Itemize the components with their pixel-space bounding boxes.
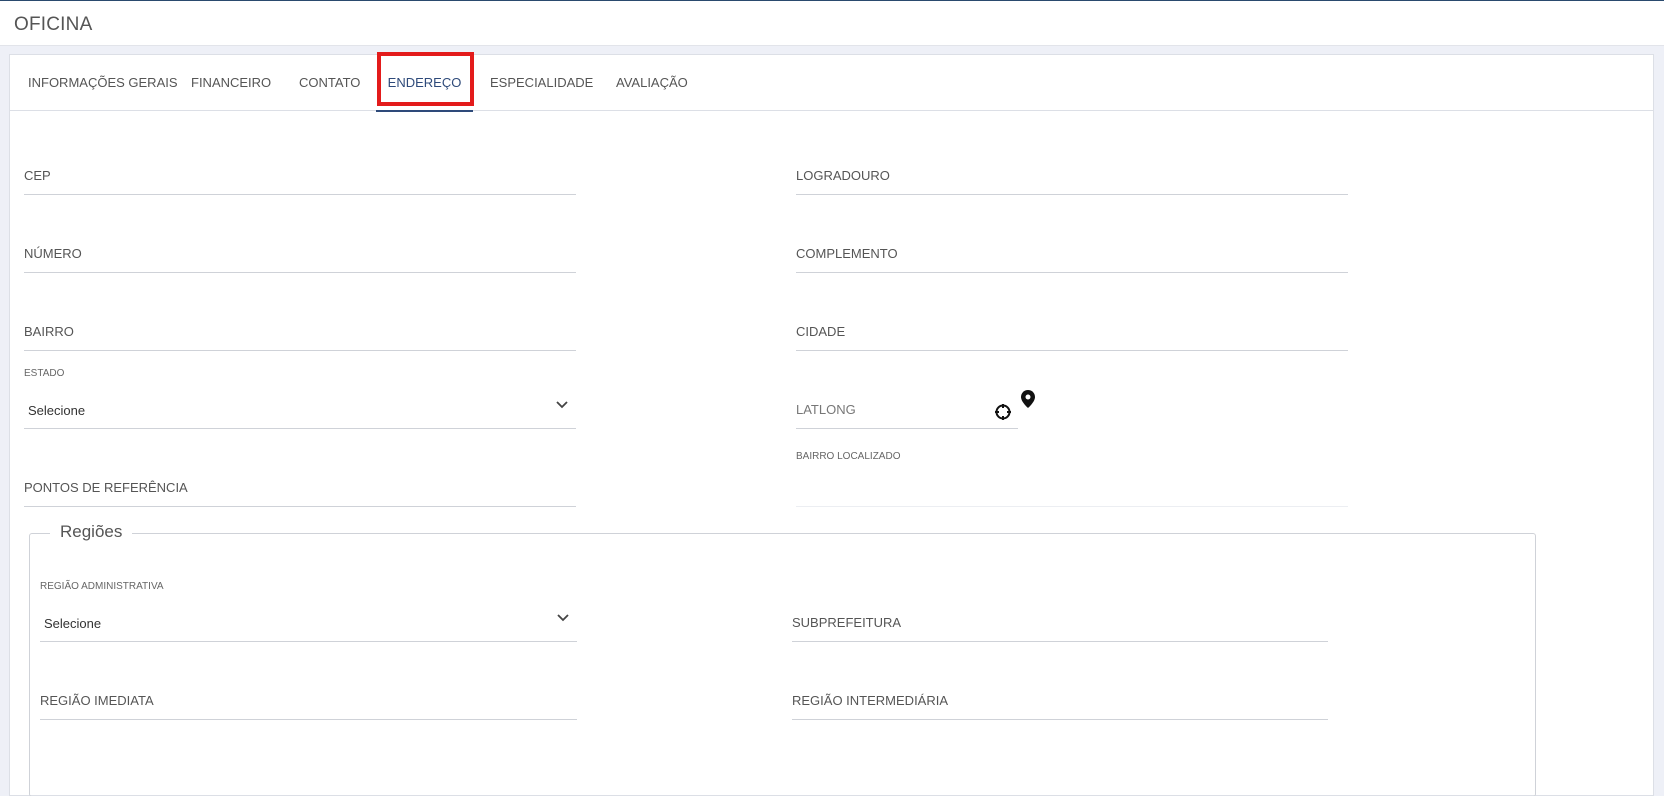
latlong-field[interactable]: LATLONG	[796, 389, 1018, 429]
tab-financeiro[interactable]: FINANCEIRO	[191, 55, 271, 111]
estado-select-value: Selecione	[28, 403, 86, 418]
tab-endereco[interactable]: ENDEREÇO	[376, 55, 473, 112]
regiao-imediata-label: REGIÃO IMEDIATA	[40, 693, 154, 708]
cep-field[interactable]: CEP	[24, 155, 576, 195]
regiao-intermediaria-label: REGIÃO INTERMEDIÁRIA	[792, 693, 949, 708]
tab-especialidade[interactable]: ESPECIALIDADE	[490, 55, 593, 111]
cep-label: CEP	[24, 168, 51, 183]
main-card: INFORMAÇÕES GERAIS FINANCEIRO CONTATO EN…	[9, 52, 1654, 796]
regiao-imediata-field[interactable]: REGIÃO IMEDIATA	[40, 680, 577, 720]
tab-bar: INFORMAÇÕES GERAIS FINANCEIRO CONTATO EN…	[10, 55, 1653, 112]
bairro-field[interactable]: BAIRRO	[24, 311, 576, 351]
chevron-down-icon	[556, 401, 568, 409]
map-pin-icon[interactable]	[1021, 390, 1035, 408]
tab-informacoes-gerais[interactable]: INFORMAÇÕES GERAIS	[28, 55, 178, 111]
complemento-label: COMPLEMENTO	[796, 246, 898, 261]
chevron-down-icon	[557, 614, 569, 622]
complemento-field[interactable]: COMPLEMENTO	[796, 233, 1348, 273]
regiao-administrativa-label: REGIÃO ADMINISTRATIVA	[40, 581, 164, 592]
pontos-referencia-label: PONTOS DE REFERÊNCIA	[24, 480, 188, 495]
pontos-referencia-field[interactable]: PONTOS DE REFERÊNCIA	[24, 467, 576, 507]
numero-field[interactable]: NÚMERO	[24, 233, 576, 273]
cidade-label: CIDADE	[796, 324, 846, 339]
estado-label: ESTADO	[24, 368, 65, 379]
subprefeitura-field[interactable]: SUBPREFEITURA	[792, 602, 1328, 642]
regiao-intermediaria-field[interactable]: REGIÃO INTERMEDIÁRIA	[792, 680, 1328, 720]
latlong-label: LATLONG	[796, 402, 856, 417]
regioes-fieldset: Regiões REGIÃO ADMINISTRATIVA Selecione …	[29, 522, 1536, 796]
subprefeitura-label: SUBPREFEITURA	[792, 615, 902, 630]
logradouro-field[interactable]: LOGRADOURO	[796, 155, 1348, 195]
cidade-field[interactable]: CIDADE	[796, 311, 1348, 351]
estado-select[interactable]: Selecione	[24, 389, 576, 429]
bairro-localizado-label: BAIRRO LOCALIZADO	[796, 451, 901, 462]
regiao-administrativa-value: Selecione	[44, 616, 102, 631]
regioes-legend: Regiões	[50, 522, 133, 542]
bairro-label: BAIRRO	[24, 324, 74, 339]
logradouro-label: LOGRADOURO	[796, 168, 890, 183]
numero-label: NÚMERO	[24, 246, 82, 261]
page-title: OFICINA	[14, 14, 93, 35]
tab-contato[interactable]: CONTATO	[299, 55, 360, 111]
crosshair-icon[interactable]	[994, 403, 1012, 421]
regiao-administrativa-select[interactable]: Selecione	[40, 602, 577, 642]
tab-avaliacao[interactable]: AVALIAÇÃO	[616, 55, 688, 111]
bairro-localizado-field	[796, 467, 1348, 507]
page-header: OFICINA	[0, 0, 1664, 46]
